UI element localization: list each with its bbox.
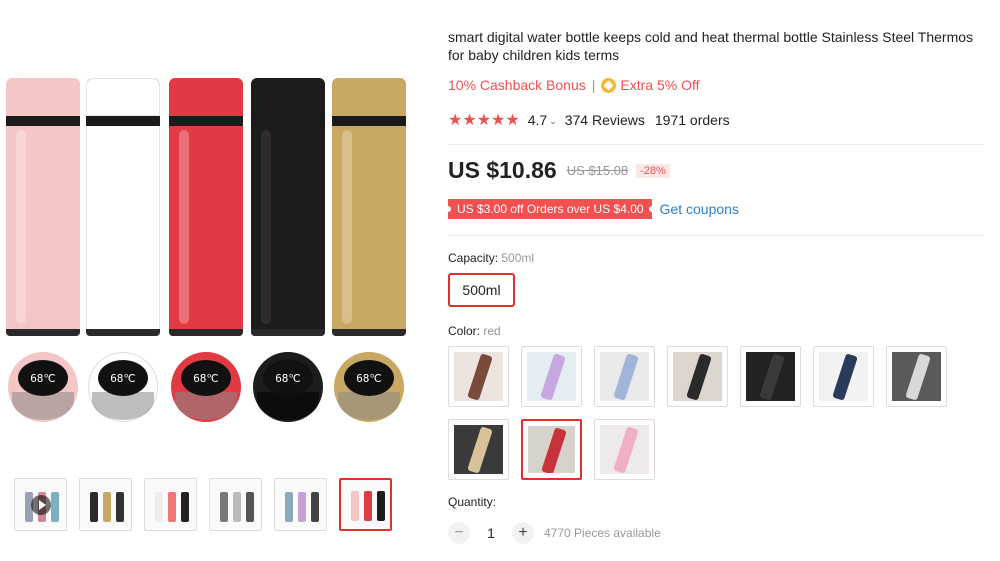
color-selected-value: red [483, 324, 501, 338]
rating-score[interactable]: 4.7 [528, 112, 547, 128]
quantity-stepper: − 1 + 4770 Pieces available [448, 522, 661, 544]
color-swatch[interactable] [594, 346, 655, 407]
divider [448, 144, 984, 145]
color-label-text: Color: [448, 324, 481, 338]
video-thumbnail[interactable] [14, 478, 67, 531]
temperature-readout: 68℃ [263, 360, 313, 396]
temperature-readout: 68℃ [18, 360, 68, 396]
get-coupons-link[interactable]: Get coupons [660, 201, 739, 217]
capacity-selected-value: 500ml [501, 251, 535, 265]
coupon-row: US $3.00 off Orders over US $4.00 Get co… [445, 199, 739, 219]
thumbnail-4[interactable] [209, 478, 262, 531]
color-label: Color: red [448, 324, 501, 338]
thumbnail-2[interactable] [79, 478, 132, 531]
quantity-input[interactable]: 1 [470, 525, 512, 541]
bottle-image [332, 78, 406, 336]
product-details: smart digital water bottle keeps cold an… [445, 0, 988, 561]
bottle-image [6, 78, 80, 336]
quantity-decrease-button[interactable]: − [448, 522, 470, 544]
coupon-badge[interactable]: US $3.00 off Orders over US $4.00 [445, 199, 655, 219]
star-rating-icon: ★★★★★ [448, 112, 520, 129]
price-row: US $10.86 US $15.08 -28% [448, 157, 670, 184]
color-swatch[interactable] [448, 346, 509, 407]
bottle-image [251, 78, 325, 336]
thumbnail-5[interactable] [274, 478, 327, 531]
lid-display-image: 68℃ [8, 352, 78, 422]
chevron-down-icon[interactable]: ⌄ [549, 116, 557, 127]
extra-off[interactable]: Extra 5% Off [620, 77, 699, 93]
promo-separator: | [591, 77, 596, 93]
temperature-readout: 68℃ [181, 360, 231, 396]
color-swatch[interactable] [813, 346, 874, 407]
lid-display-image: 68℃ [253, 352, 323, 422]
color-swatches [448, 346, 968, 480]
discount-badge: -28% [636, 163, 670, 178]
thumbnail-3[interactable] [144, 478, 197, 531]
lid-display-image: 68℃ [88, 352, 158, 422]
coin-icon [601, 77, 617, 93]
play-icon[interactable] [31, 495, 51, 515]
capacity-label: Capacity: 500ml [448, 251, 534, 265]
original-price: US $15.08 [566, 163, 629, 178]
color-swatch[interactable] [521, 346, 582, 407]
product-gallery: 68℃ 68℃ 68℃ 68℃ 68℃ [0, 0, 420, 561]
color-swatch[interactable] [886, 346, 947, 407]
current-price: US $10.86 [448, 157, 557, 183]
quantity-increase-button[interactable]: + [512, 522, 534, 544]
thumbnail-strip [14, 478, 392, 531]
orders-count: 1971 orders [654, 112, 730, 128]
color-swatch[interactable] [594, 419, 655, 480]
lid-display-image: 68℃ [334, 352, 404, 422]
product-title: smart digital water bottle keeps cold an… [448, 29, 974, 63]
main-product-image[interactable]: 68℃ 68℃ 68℃ 68℃ 68℃ [0, 62, 415, 434]
bottle-image [86, 78, 160, 336]
divider [448, 235, 984, 236]
color-swatch[interactable] [740, 346, 801, 407]
color-swatch[interactable] [448, 419, 509, 480]
quantity-label: Quantity: [448, 495, 497, 509]
rating-row: ★★★★★ 4.7 ⌄ 374 Reviews 1971 orders [448, 110, 730, 130]
bottle-image [169, 78, 243, 336]
capacity-label-text: Capacity: [448, 251, 499, 265]
lid-display-image: 68℃ [171, 352, 241, 422]
temperature-readout: 68℃ [98, 360, 148, 396]
stock-available: 4770 Pieces available [544, 526, 661, 540]
reviews-link[interactable]: 374 Reviews [565, 112, 645, 128]
capacity-option-500ml[interactable]: 500ml [448, 273, 515, 307]
color-swatch[interactable] [667, 346, 728, 407]
promo-line: 10% Cashback Bonus | Extra 5% Off [448, 77, 700, 93]
temperature-readout: 68℃ [344, 360, 394, 396]
thumbnail-6[interactable] [339, 478, 392, 531]
cashback-bonus[interactable]: 10% Cashback Bonus [448, 77, 586, 93]
color-swatch[interactable] [521, 419, 582, 480]
